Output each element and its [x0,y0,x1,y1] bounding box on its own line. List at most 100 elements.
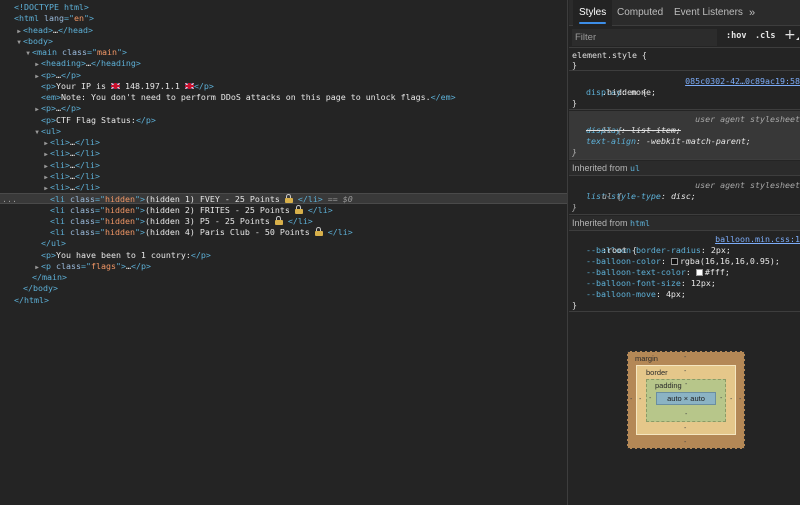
attribute-name[interactable]: class [56,261,81,271]
dom-node[interactable]: </main> [0,272,567,283]
padding-left-value[interactable]: - [649,395,651,402]
padding-bottom-value[interactable]: - [685,411,687,418]
dom-node[interactable]: ▶ <li>…</li> [0,160,567,171]
text-node[interactable]: 148.197.1.1 [120,81,185,91]
dom-node-selected[interactable]: ... <li class="hidden">(hidden 1) FVEY - … [0,193,567,205]
property-value[interactable]: #fff; [705,267,730,277]
property-value[interactable]: list-item; [631,125,681,135]
elements-dom-tree[interactable]: <!DOCTYPE html> <html lang="en"> ▶ <head>…<… [0,0,568,505]
property-name[interactable]: --balloon-text-color [586,267,686,277]
padding-top-value[interactable]: - [685,381,687,388]
margin-right-value[interactable]: - [739,396,741,403]
dom-node[interactable]: ▼ <body> [0,36,567,47]
dom-node[interactable]: ▶ <p class="flags">…</p> [0,261,567,272]
box-model-padding[interactable]: padding - - - - auto × auto [646,379,726,422]
rule-li-user-agent[interactable]: li { user agent stylesheet display: list… [569,111,800,160]
cls-toggle-button[interactable]: .cls [755,31,775,41]
rule-ul-user-agent[interactable]: ul { user agent stylesheet list-style-ty… [569,177,800,215]
property-value[interactable]: 2px; [711,245,731,255]
attribute-value[interactable]: flags [91,261,116,271]
border-bottom-value[interactable]: - [684,425,686,432]
attribute-name[interactable]: class [70,205,95,215]
attribute-value[interactable]: hidden [105,205,135,215]
dom-node[interactable]: ▶ <li>…</li> [0,171,567,182]
color-swatch-icon[interactable] [670,258,678,265]
dom-node[interactable]: <p>You have been to 1 country:</p> [0,250,567,261]
style-property[interactable]: --balloon-text-color: #fff; [569,267,800,278]
dom-node[interactable]: <em>Note: You don't need to perform DDoS… [0,92,567,103]
style-property[interactable]: text-align: -webkit-match-parent; [569,136,800,147]
border-right-value[interactable]: - [730,396,732,403]
rule-element-style[interactable]: element.style { } [569,49,800,71]
dom-node[interactable]: </ul> [0,238,567,249]
dom-node[interactable]: <p>Your IP is 148.197.1.1 </p> [0,81,567,92]
property-name[interactable]: --balloon-font-size [586,278,681,288]
text-node[interactable]: Your IP is [56,81,111,91]
hov-toggle-button[interactable]: :hov [726,31,746,41]
new-style-rule-button[interactable]: + [784,27,799,43]
color-swatch-icon[interactable] [695,269,703,276]
dom-node[interactable]: <html lang="en"> [0,13,567,24]
attribute-value[interactable]: main [97,47,117,57]
text-node[interactable]: (hidden 3) P5 - 25 Points [145,216,275,226]
attribute-value[interactable]: en [74,13,84,23]
dom-node[interactable]: <li class="hidden">(hidden 4) Paris Club… [0,227,567,238]
box-model-border[interactable]: border - - - - padding - - - - auto × au… [636,365,736,435]
text-node[interactable]: CTF Flag Status: [56,115,136,125]
tab-styles[interactable]: Styles [573,0,613,26]
rule-root[interactable]: :root { balloon.min.css:1 --balloon-bord… [569,232,800,312]
property-name[interactable]: --balloon-move [586,289,656,299]
border-left-value[interactable]: - [639,396,641,403]
dom-node[interactable]: ▶ <head>…</head> [0,25,567,36]
more-tabs-button[interactable]: » [749,0,755,26]
margin-top-value[interactable]: - [684,354,686,361]
border-top-value[interactable]: - [684,368,686,375]
dom-node[interactable]: <li class="hidden">(hidden 2) FRITES - 2… [0,204,567,216]
text-node[interactable]: Note: You don't need to perform DDoS att… [61,92,431,102]
tab-event-listeners[interactable]: Event Listeners [674,0,743,26]
property-value[interactable]: -webkit-match-parent; [646,136,751,146]
style-property[interactable]: --balloon-color: rgba(16,16,16,0.95); [569,256,800,267]
box-model-content[interactable]: auto × auto [656,392,716,405]
style-property[interactable]: --balloon-move: 4px; [569,289,800,300]
dom-node[interactable]: </html> [0,295,567,306]
dom-node[interactable]: ▶ <p>…</p> [0,70,567,81]
dom-node[interactable]: ▶ <li>…</li> [0,148,567,159]
attribute-name[interactable]: lang [44,13,64,23]
inherited-element-link[interactable]: ul [630,163,640,173]
dom-node[interactable]: </body> [0,283,567,294]
rule-source-link[interactable]: balloon.min.css:1 [715,234,800,245]
property-value[interactable]: 12px; [691,278,716,288]
margin-bottom-value[interactable]: - [684,439,686,446]
filter-input[interactable] [572,29,717,46]
attribute-name[interactable]: class [70,227,95,237]
attribute-value[interactable]: hidden [105,216,135,226]
dom-node[interactable]: ▶ <p>…</p> [0,103,567,114]
style-property[interactable]: --balloon-font-size: 12px; [569,278,800,289]
dom-node[interactable]: <p>CTF Flag Status:</p> [0,115,567,126]
dom-node[interactable]: ▶ <li>…</li> [0,137,567,148]
attribute-value[interactable]: hidden [105,227,135,237]
dom-node[interactable]: ▼ <ul> [0,126,567,137]
attribute-name[interactable]: class [70,194,95,204]
padding-right-value[interactable]: - [720,395,722,402]
rule-hidden[interactable]: .hidden { 085c0302-42…0c89ac19:58 displa… [569,72,800,110]
property-value[interactable]: 4px; [666,289,686,299]
box-model-margin[interactable]: margin - - - - border - - - - padding - … [627,351,745,449]
inherited-element-link[interactable]: html [630,218,650,228]
attribute-name[interactable]: class [62,47,87,57]
dom-node[interactable]: ▶ <heading>…</heading> [0,58,567,69]
text-node[interactable]: (hidden 2) FRITES - 25 Points [145,205,295,215]
dom-node[interactable]: <!DOCTYPE html> [0,2,567,13]
attribute-value[interactable]: hidden [105,194,135,204]
text-node[interactable]: (hidden 1) FVEY - 25 Points [145,194,285,204]
rule-source-link[interactable]: 085c0302-42…0c89ac19:58 [685,76,800,87]
dom-node[interactable]: <li class="hidden">(hidden 3) P5 - 25 Po… [0,215,567,227]
text-node[interactable]: (hidden 4) Paris Club - 50 Points [145,227,315,237]
attribute-name[interactable]: class [70,216,95,226]
property-value[interactable]: rgba(16,16,16,0.95); [680,256,780,266]
margin-left-value[interactable]: - [630,396,632,403]
text-node[interactable]: You have been to 1 country: [56,250,191,260]
tab-computed[interactable]: Computed [617,0,663,26]
property-value[interactable]: disc; [671,191,696,201]
